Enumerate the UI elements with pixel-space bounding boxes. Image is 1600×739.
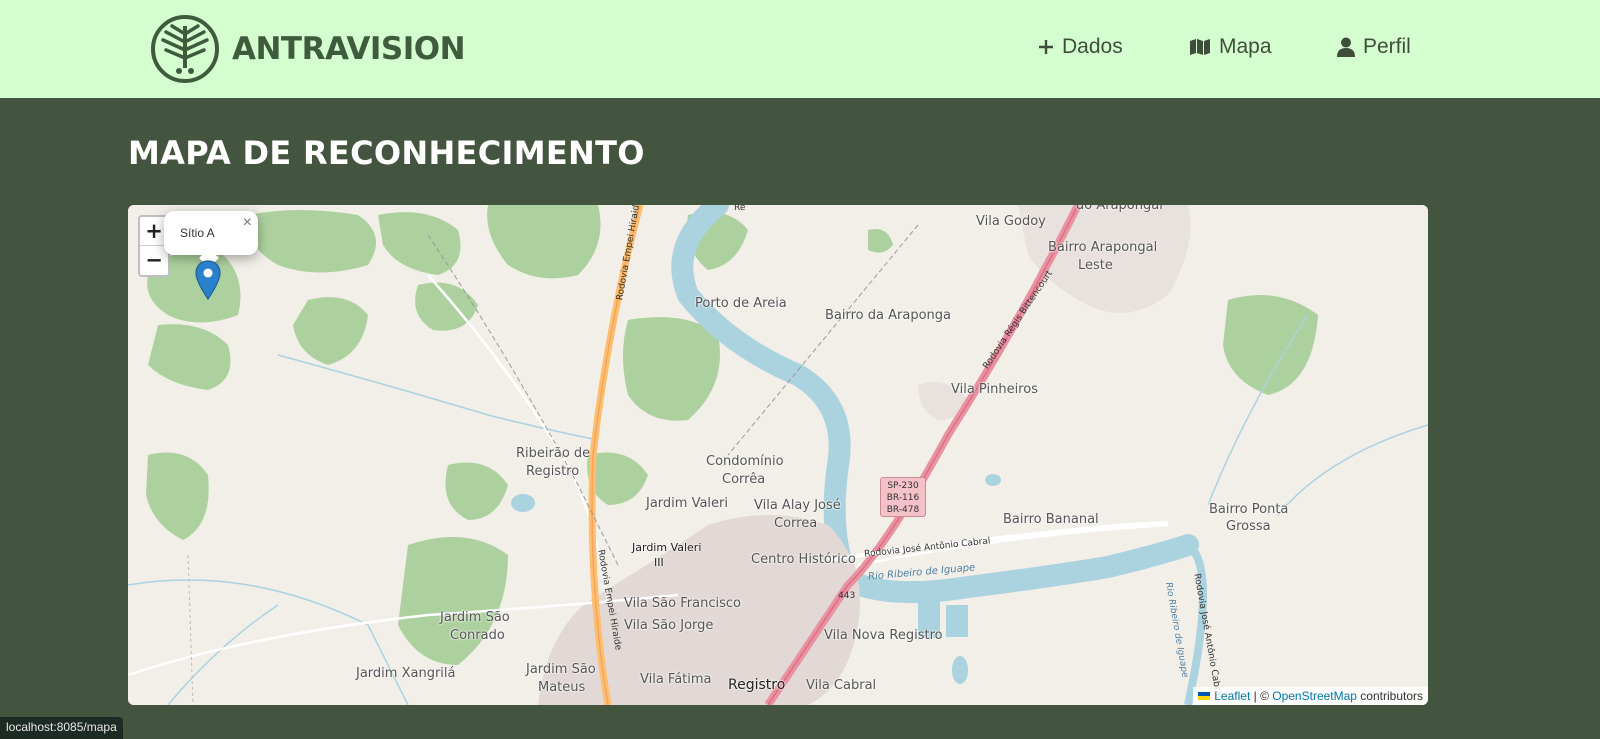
map-place-label: Corrêa [722,472,766,487]
map-place-label: Jardim São [440,610,510,625]
popup-close-button[interactable]: × [243,214,252,232]
attribution-suffix: contributors [1356,689,1423,703]
map-place-label: Registro [526,464,580,479]
map-place-label: Vila Cabral [806,678,877,693]
map-place-label: Bairro Bananal [1003,512,1099,527]
map-place-label: Centro Histórico [751,552,856,567]
brand-logo[interactable]: ANTRAVISION [150,13,466,85]
zoom-out-button[interactable]: − [140,246,168,275]
map-place-label: Grossa [1226,519,1271,534]
map-place-label: Leste [1078,258,1113,273]
ukraine-flag-icon [1198,692,1211,700]
map-icon [1190,39,1210,55]
page-title: MAPA DE RECONHECIMENTO [128,134,645,172]
highway-shield-line: SP-230 [887,481,919,491]
map-place-label: Bairro da Araponga [825,308,951,323]
map-place-label: Vila Pinheiros [951,382,1038,397]
map-place-label: III [654,556,664,569]
nav-mapa[interactable]: Mapa [1189,35,1272,59]
map-place-label: Jardim Xangrilá [356,666,456,681]
map-place-label: Registro [728,677,786,693]
nav-dados[interactable]: Dados [1038,35,1123,59]
map-place-label: Condomínio [706,454,784,469]
marker-popup: Sítio A × [164,211,258,268]
map-place-label: do Arapongal [1076,205,1163,213]
map-road-label: 443 [838,591,856,601]
highway-shield: SP-230 BR-116 BR-478 [880,477,926,517]
nav-perfil-label: Perfil [1363,35,1411,58]
map-place-label: Vila Godoy [976,214,1046,229]
map-place-label: Porto de Areia [695,296,787,311]
brand-name: ANTRAVISION [232,31,466,67]
map-road-label: Re [734,205,746,213]
highway-shield-line: BR-478 [886,505,920,515]
map-place-label: Vila São Francisco [624,596,741,611]
highway-shield-line: BR-116 [886,493,920,503]
user-icon [1337,37,1355,57]
map-place-label: Bairro Ponta [1209,502,1289,517]
map-place-label: Jardim São [526,662,596,677]
map-place-label: Mateus [538,680,586,695]
map-place-label: Vila Alay José [754,498,841,513]
leaf-circle-logo-icon [151,15,219,83]
map-place-label: Conrado [450,628,505,643]
map-place-label: Jardim Valeri [646,496,728,511]
nav-perfil[interactable]: Perfil [1337,35,1411,59]
nav-dados-label: Dados [1062,35,1123,58]
map-marker-icon[interactable] [195,260,221,300]
map-container[interactable]: Vila Godoy do Arapongal Bairro Arapongal… [128,205,1428,705]
nav-mapa-label: Mapa [1219,35,1272,58]
status-bar-url: localhost:8085/mapa [0,717,123,739]
plus-icon [1039,40,1053,54]
attribution-separator: | © [1250,689,1273,703]
leaflet-link[interactable]: Leaflet [1214,689,1250,703]
map-attribution: Leaflet | © OpenStreetMap contributors [1193,687,1428,705]
map-place-label: Vila Fátima [640,672,712,687]
map-place-label: Correa [774,516,818,531]
map-place-label: Ribeirão de [516,446,591,461]
popup-label: Sítio A [180,226,215,240]
navbar: ANTRAVISION Dados Mapa Perfil [0,0,1600,98]
map-place-label: Vila Nova Registro [824,628,943,643]
map-place-label: Bairro Arapongal [1048,240,1158,255]
map-place-label: Vila São Jorge [624,618,714,633]
openstreetmap-link[interactable]: OpenStreetMap [1272,689,1357,703]
map-place-label: Jardim Valeri [632,541,702,554]
